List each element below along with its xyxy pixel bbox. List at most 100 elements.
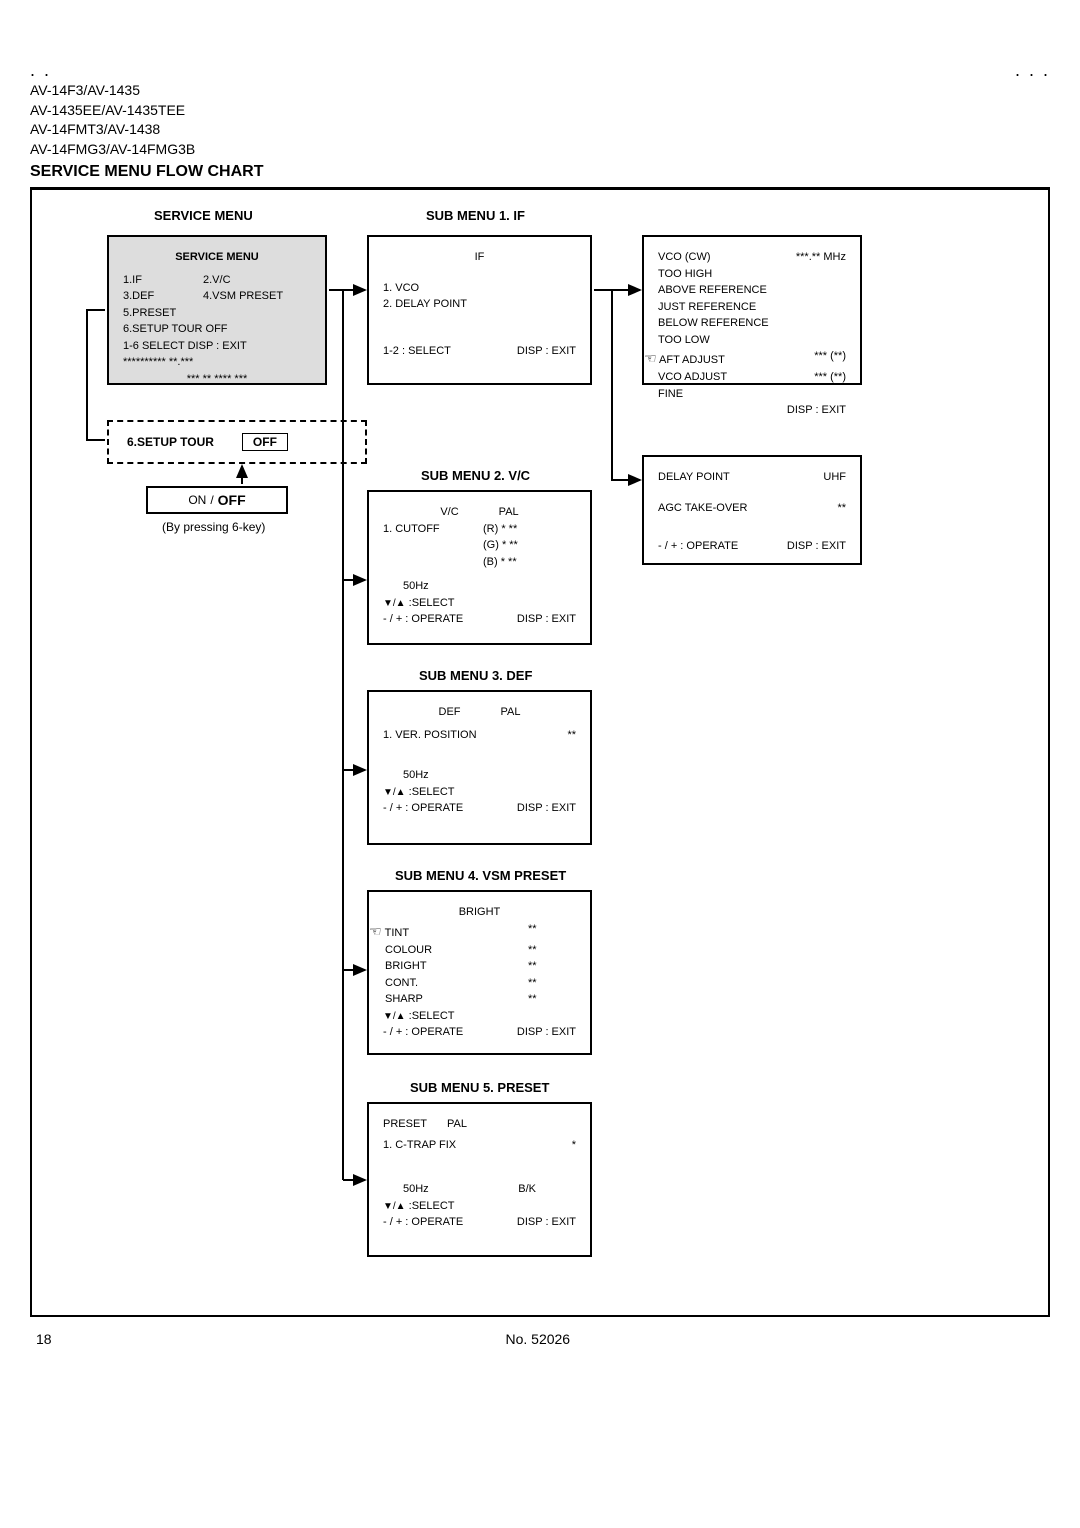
sub1-hdr: IF [383, 249, 576, 266]
vco-line: BELOW REFERENCE [658, 315, 846, 332]
sub4-colour: COLOUR [385, 942, 455, 959]
slash: / [210, 493, 213, 507]
page-title: SERVICE MENU FLOW CHART [30, 163, 1050, 181]
sub5-item: 1. C-TRAP FIX [383, 1137, 456, 1154]
svc-item: 5.PRESET [123, 305, 203, 322]
by-pressing-note: (By pressing 6-key) [162, 520, 265, 534]
svc-item: 1.IF [123, 272, 203, 289]
sub4-vsm-box: BRIGHT ☞ TINT** COLOUR** BRIGHT** CONT.*… [367, 890, 592, 1055]
sub4-h1: BRIGHT [383, 904, 576, 921]
sub3-h2: PAL [501, 704, 521, 721]
on-label: ON [188, 493, 206, 507]
agc-label: AGC TAKE-OVER [658, 500, 747, 517]
sub4-val: ** [528, 942, 576, 959]
header-dots: . . . . . [30, 60, 1050, 81]
flow-chart-frame: SERVICE MENU SUB MENU 1. IF SUB MENU 2. … [30, 187, 1050, 1317]
delay-op: - / + : OPERATE [658, 538, 738, 555]
agc-val: ** [837, 500, 846, 517]
svc-controls: 1-6 SELECT DISP : EXIT [123, 338, 311, 355]
down-up-icon: ▼/▲ [383, 1011, 406, 1022]
doc-number: No. 52026 [505, 1331, 570, 1347]
dots-right: . . . [1015, 60, 1050, 81]
model-line: AV-14FMG3/AV-14FMG3B [30, 140, 1050, 160]
sub4-tint: TINT [385, 925, 455, 942]
model-line: AV-1435EE/AV-1435TEE [30, 101, 1050, 121]
rgb-r: (R) * ** [483, 521, 517, 538]
off-bold: OFF [218, 492, 246, 508]
hand-icon: ☞ [644, 348, 657, 369]
sub4-op: - / + : OPERATE [383, 1024, 463, 1041]
delay-point: DELAY POINT [658, 469, 730, 486]
sub4-val: ** [528, 921, 576, 942]
model-line: AV-14F3/AV-1435 [30, 81, 1050, 101]
sub3-h1: DEF [439, 704, 461, 721]
sub5-h1: PRESET [383, 1116, 427, 1133]
sub1-item: 1. VCO [383, 280, 576, 297]
setup-tour-off-box: OFF [242, 433, 288, 451]
sub2-op: - / + : OPERATE [383, 611, 463, 628]
sub5-hz: 50Hz [403, 1181, 429, 1198]
label-sub2: SUB MENU 2. V/C [421, 468, 530, 483]
sub1-item: 2. DELAY POINT [383, 296, 576, 313]
vco-line: JUST REFERENCE [658, 299, 846, 316]
sub4-sel: :SELECT [409, 1010, 455, 1022]
sub2-h1: V/C [440, 504, 458, 521]
vcoadj-val: *** (**) [814, 369, 846, 386]
vco-adjust: VCO ADJUST [658, 369, 727, 386]
sub4-val: ** [528, 958, 576, 975]
sub4-sharp: SHARP [385, 991, 455, 1008]
svc-item: 6.SETUP TOUR OFF [123, 321, 228, 338]
sub4-bright: BRIGHT [385, 958, 455, 975]
sub5-exit: DISP : EXIT [517, 1214, 576, 1231]
label-sub3: SUB MENU 3. DEF [419, 668, 532, 683]
down-up-icon: ▼/▲ [383, 1201, 406, 1212]
sub3-item: 1. VER. POSITION [383, 727, 477, 744]
vco-line: ABOVE REFERENCE [658, 282, 846, 299]
setup-tour-label: 6.SETUP TOUR [127, 435, 214, 449]
model-line: AV-14FMT3/AV-1438 [30, 120, 1050, 140]
sub3-exit: DISP : EXIT [517, 800, 576, 817]
vco-exit: DISP : EXIT [658, 402, 846, 419]
sub1-exit: DISP : EXIT [517, 343, 576, 360]
svc-item: 2.V/C [203, 272, 311, 289]
sub5-preset-box: PRESETPAL 1. C-TRAP FIX* 50HzB/K ▼/▲ :SE… [367, 1102, 592, 1257]
delay-box: DELAY POINTUHF AGC TAKE-OVER** - / + : O… [642, 455, 862, 565]
down-up-icon: ▼/▲ [383, 787, 406, 798]
sub4-val: ** [528, 975, 576, 992]
page-number: 18 [36, 1331, 52, 1347]
label-sub5: SUB MENU 5. PRESET [410, 1080, 549, 1095]
sub3-hz: 50Hz [403, 767, 576, 784]
on-off-box: ON / OFF [146, 486, 288, 514]
sub3-val: ** [567, 727, 576, 744]
aft-adjust: AFT ADJUST [659, 354, 725, 366]
aft-val: *** (**) [814, 348, 846, 369]
vco-box: VCO (CW)***.** MHz TOO HIGH ABOVE REFERE… [642, 235, 862, 385]
sub3-sel: :SELECT [409, 786, 455, 798]
rgb-g: (G) * ** [483, 537, 576, 554]
service-menu-header: SERVICE MENU [123, 249, 311, 266]
label-sub4: SUB MENU 4. VSM PRESET [395, 868, 566, 883]
sub2-cutoff: 1. CUTOFF [383, 521, 483, 538]
sub3-def-box: DEF PAL 1. VER. POSITION ** 50Hz ▼/▲ :SELE… [367, 690, 592, 845]
vco-line: TOO LOW [658, 332, 846, 349]
rgb-b: (B) * ** [483, 554, 576, 571]
sub1-if-box: IF 1. VCO 2. DELAY POINT 1-2 : SELECT DI… [367, 235, 592, 385]
svc-item: 4.VSM PRESET [203, 288, 311, 305]
sub5-h2: PAL [447, 1116, 467, 1133]
sub1-ctrl: 1-2 : SELECT [383, 343, 451, 360]
sub5-op: - / + : OPERATE [383, 1214, 463, 1231]
delay-exit: DISP : EXIT [787, 538, 846, 555]
down-up-icon: ▼/▲ [383, 598, 406, 609]
vco-mhz: ***.** MHz [796, 249, 846, 266]
hand-icon: ☞ [369, 921, 382, 942]
sub4-exit: DISP : EXIT [517, 1024, 576, 1041]
svc-stars: ********** **.*** [123, 354, 311, 371]
svc-stars: *** ** **** *** [123, 371, 311, 388]
vco-fine: FINE [658, 386, 846, 403]
sub2-vc-box: V/C PAL 1. CUTOFF(R) * ** (G) * ** (B) * … [367, 490, 592, 645]
sub3-op: - / + : OPERATE [383, 800, 463, 817]
sub2-h2: PAL [499, 504, 519, 521]
model-list: AV-14F3/AV-1435 AV-1435EE/AV-1435TEE AV-… [30, 81, 1050, 159]
vco-line: TOO HIGH [658, 266, 846, 283]
sub4-val: ** [528, 991, 576, 1008]
